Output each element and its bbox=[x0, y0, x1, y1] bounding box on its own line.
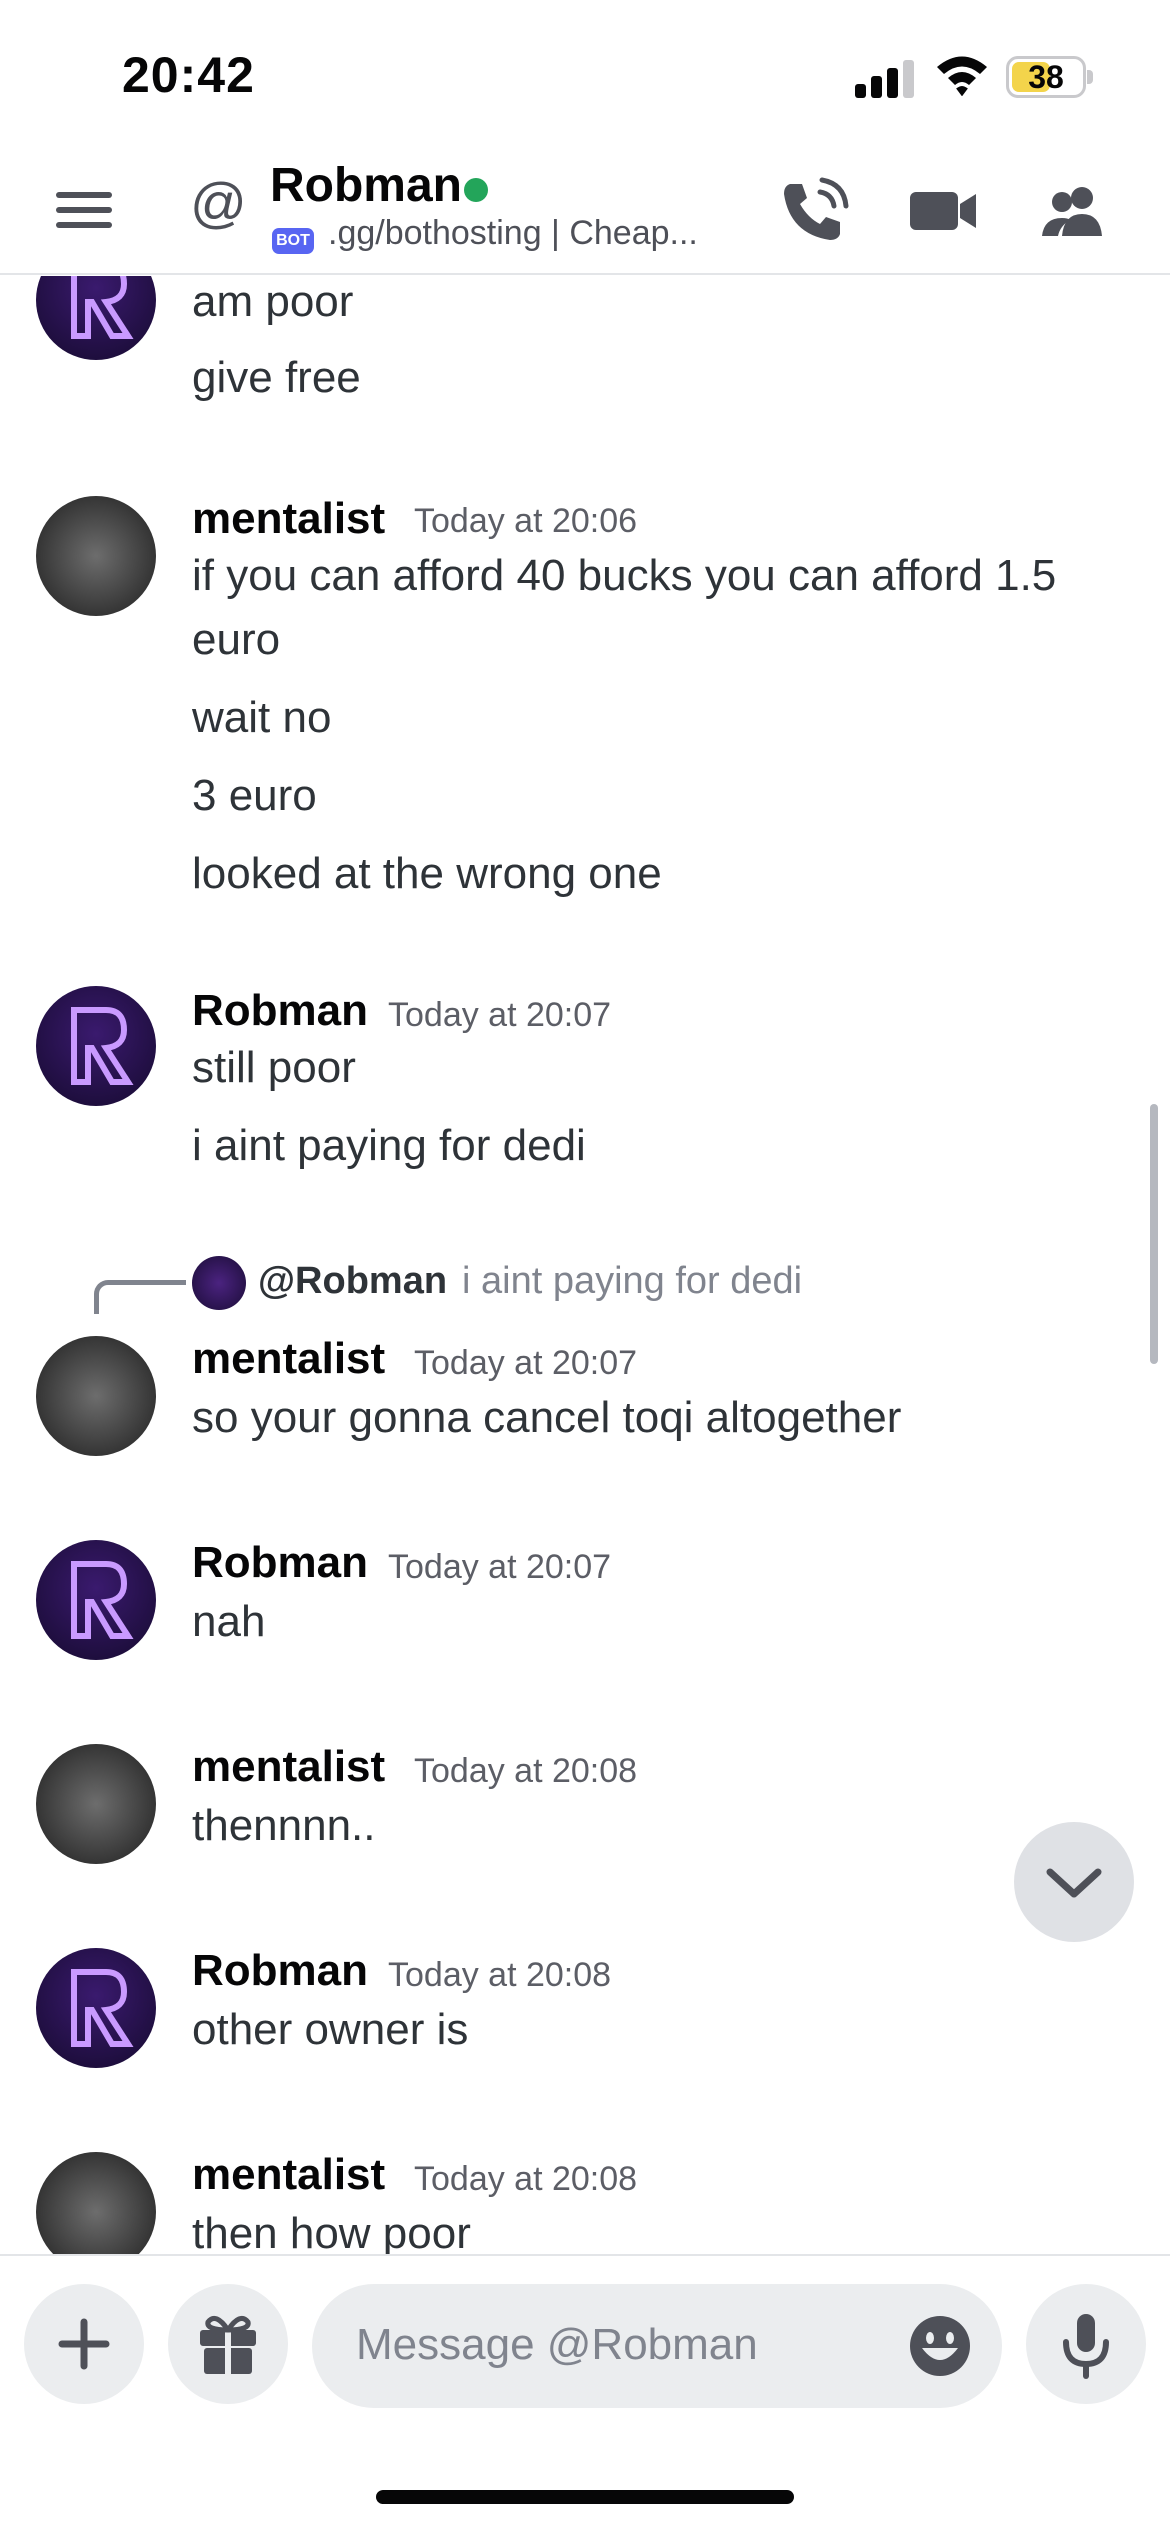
message-line: give free bbox=[192, 353, 361, 402]
video-call-icon[interactable] bbox=[906, 174, 980, 248]
user-status-text[interactable]: .gg/bothosting | Cheap... bbox=[328, 214, 698, 253]
avatar[interactable] bbox=[36, 986, 156, 1106]
reply-preview[interactable]: i aint paying for dedi bbox=[462, 1260, 802, 1303]
avatar[interactable] bbox=[36, 1744, 156, 1864]
battery-icon: 38 bbox=[1006, 56, 1093, 98]
robman-logo-icon bbox=[71, 1969, 134, 2047]
message-author[interactable]: mentalist bbox=[192, 494, 385, 544]
status-time: 20:42 bbox=[122, 47, 255, 103]
message-author[interactable]: mentalist bbox=[192, 2150, 385, 2200]
message-line: am poor bbox=[192, 277, 354, 326]
members-icon[interactable] bbox=[1036, 174, 1110, 248]
battery-level: 38 bbox=[1028, 59, 1064, 95]
wifi-icon bbox=[937, 56, 987, 96]
message-line: wait no bbox=[192, 693, 332, 742]
gift-button[interactable] bbox=[168, 2284, 288, 2404]
message-timestamp: Today at 20:08 bbox=[388, 1956, 612, 1994]
avatar[interactable] bbox=[36, 2152, 156, 2254]
channel-name[interactable]: Robman bbox=[270, 158, 462, 213]
scrollbar[interactable] bbox=[1150, 1104, 1158, 1364]
menu-icon[interactable] bbox=[56, 188, 112, 232]
robman-logo-icon bbox=[71, 276, 134, 339]
message-list[interactable]: am poor give free mentalist Today at 20:… bbox=[0, 276, 1170, 2254]
message-timestamp: Today at 20:07 bbox=[388, 1548, 612, 1586]
robman-logo-icon bbox=[71, 1561, 134, 1639]
message-input[interactable]: Message @Robman bbox=[312, 2284, 1002, 2408]
reply-avatar bbox=[192, 1256, 246, 1310]
at-icon: @ bbox=[190, 171, 247, 234]
message-line: i aint paying for dedi bbox=[192, 1121, 586, 1170]
message-line: then how poor bbox=[192, 2209, 471, 2254]
plus-icon bbox=[58, 2318, 110, 2370]
message-line: other owner is bbox=[192, 2005, 469, 2054]
robman-logo-icon bbox=[71, 1007, 134, 1085]
voice-call-icon[interactable] bbox=[776, 174, 850, 248]
chevron-down-icon bbox=[1046, 1868, 1102, 1898]
message-placeholder: Message @Robman bbox=[356, 2320, 758, 2369]
message-timestamp: Today at 20:07 bbox=[388, 996, 612, 1034]
message-line: looked at the wrong one bbox=[192, 849, 662, 898]
voice-message-button[interactable] bbox=[1026, 2284, 1146, 2404]
avatar[interactable] bbox=[36, 1540, 156, 1660]
message-line: if you can afford 40 bucks you can affor… bbox=[192, 551, 1057, 600]
message-line: thennnn.. bbox=[192, 1801, 376, 1850]
message-line: so your gonna cancel toqi altogether bbox=[192, 1393, 902, 1442]
message-timestamp: Today at 20:08 bbox=[414, 1752, 638, 1790]
message-author[interactable]: mentalist bbox=[192, 1334, 385, 1384]
reply-connector bbox=[94, 1280, 186, 1314]
message-author[interactable]: Robman bbox=[192, 1946, 368, 1996]
home-indicator[interactable] bbox=[376, 2490, 794, 2504]
message-author[interactable]: Robman bbox=[192, 986, 368, 1036]
bot-badge: BOT bbox=[272, 228, 314, 254]
message-timestamp: Today at 20:08 bbox=[414, 2160, 638, 2198]
message-author[interactable]: mentalist bbox=[192, 1742, 385, 1792]
message-timestamp: Today at 20:07 bbox=[414, 1344, 638, 1382]
avatar[interactable] bbox=[36, 1948, 156, 2068]
message-timestamp: Today at 20:06 bbox=[414, 502, 638, 540]
add-attachment-button[interactable] bbox=[24, 2284, 144, 2404]
dm-header: @ Robman BOT .gg/bothosting | Cheap... bbox=[0, 150, 1170, 275]
emoji-icon[interactable] bbox=[908, 2314, 972, 2378]
avatar[interactable] bbox=[36, 276, 156, 360]
gift-icon bbox=[200, 2315, 256, 2374]
message-author[interactable]: Robman bbox=[192, 1538, 368, 1588]
reply-author[interactable]: @Robman bbox=[258, 1260, 447, 1303]
message-composer: Message @Robman bbox=[0, 2254, 1170, 2532]
online-status-icon bbox=[464, 178, 488, 202]
status-bar: 20:42 38 bbox=[0, 0, 1170, 150]
message-line: euro bbox=[192, 615, 281, 664]
jump-to-present-button[interactable] bbox=[1014, 1822, 1134, 1942]
cellular-signal-icon bbox=[855, 60, 915, 98]
avatar[interactable] bbox=[36, 1336, 156, 1456]
avatar[interactable] bbox=[36, 496, 156, 616]
message-line: nah bbox=[192, 1597, 266, 1646]
message-line: 3 euro bbox=[192, 771, 317, 820]
message-line: still poor bbox=[192, 1043, 356, 1092]
microphone-icon bbox=[1063, 2314, 1109, 2379]
